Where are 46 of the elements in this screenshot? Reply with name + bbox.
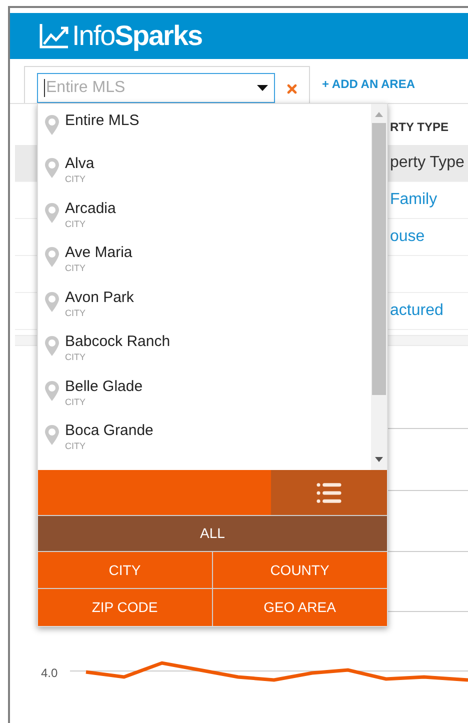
logo[interactable]: InfoSparks	[39, 22, 202, 50]
area-search-input[interactable]: Entire MLS	[45, 76, 257, 100]
line-chart-icon	[39, 23, 69, 49]
location-pin-icon	[45, 425, 59, 445]
filter-button[interactable]: ALL	[38, 516, 387, 552]
area-option[interactable]: Boca Grande CITY	[45, 422, 371, 466]
add-area-link[interactable]: + ADD AN AREA	[322, 75, 416, 93]
filter-button[interactable]: ZIP CODE	[38, 589, 212, 626]
location-pin-icon	[45, 292, 59, 312]
area-type-label: CITY	[65, 396, 87, 408]
area-type-label: CITY	[65, 262, 87, 274]
area-type-label: CITY	[65, 440, 87, 452]
property-type-link[interactable]: Family	[390, 188, 438, 212]
scroll-down-arrow-icon[interactable]	[375, 457, 383, 462]
axis-tick-label: 4.0	[41, 665, 58, 682]
dropdown-caret-icon	[257, 85, 268, 91]
location-pin-icon	[45, 202, 59, 222]
area-search-field[interactable]: Entire MLS	[37, 73, 275, 103]
area-option[interactable]: Avon Park CITY	[45, 288, 371, 333]
area-type-label: CITY	[65, 306, 87, 318]
area-type-label: CITY	[65, 351, 87, 363]
area-option[interactable]: Babcock Ranch CITY	[45, 333, 371, 378]
location-pin-icon	[45, 115, 59, 135]
area-option[interactable]: Ave Maria CITY	[45, 244, 371, 288]
clear-icon[interactable]	[285, 82, 299, 96]
location-pin-icon	[45, 380, 59, 400]
area-type-label: CITY	[65, 173, 87, 185]
property-type-link[interactable]: ouse	[390, 225, 425, 249]
area-option[interactable]: Belle Glade CITY	[45, 378, 371, 422]
scroll-up-arrow-icon[interactable]	[375, 112, 383, 117]
location-pin-icon	[45, 158, 59, 178]
area-option[interactable]: Entire MLS	[45, 112, 371, 155]
location-pin-icon	[45, 247, 59, 267]
scrollbar-thumb[interactable]	[372, 123, 386, 395]
filter-button[interactable]: CITY	[38, 552, 212, 589]
area-option[interactable]: Alva CITY	[45, 155, 371, 200]
property-type-link[interactable]: perty Type	[390, 151, 464, 175]
location-pin-icon	[45, 336, 59, 356]
list-view-button[interactable]	[271, 470, 387, 515]
property-type-link[interactable]: actured	[390, 299, 444, 323]
filter-button[interactable]: GEO AREA	[212, 589, 387, 626]
column-header: RTY TYPE	[390, 119, 448, 136]
area-option[interactable]: Arcadia CITY	[45, 200, 371, 244]
filter-button[interactable]: COUNTY	[212, 552, 387, 589]
scrollbar[interactable]	[371, 104, 387, 470]
area-type-label: CITY	[65, 218, 87, 230]
